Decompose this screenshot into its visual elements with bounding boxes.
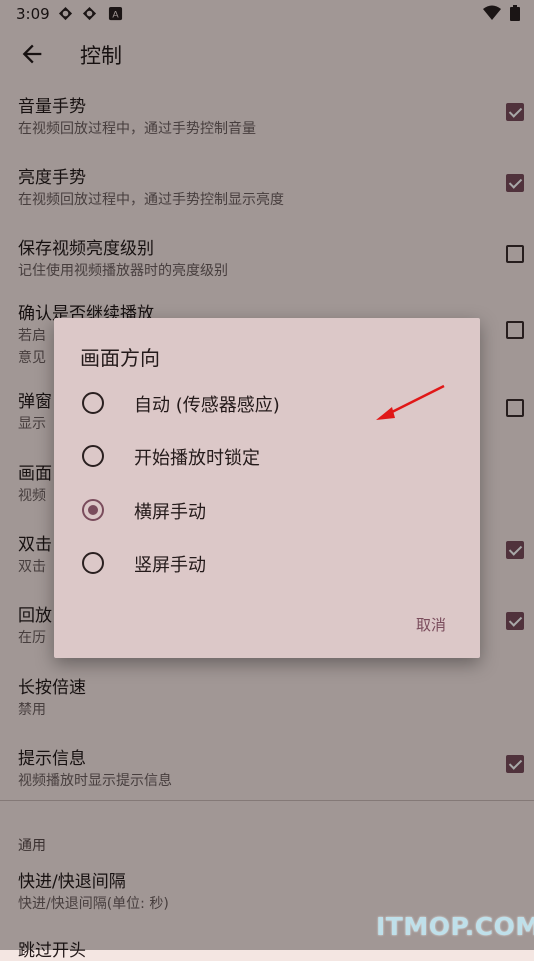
option-landscape-manual[interactable]: 横屏手动 xyxy=(54,487,480,533)
radio-button[interactable] xyxy=(82,499,104,521)
option-lock-on-start[interactable]: 开始播放时锁定 xyxy=(54,433,480,479)
option-portrait-manual[interactable]: 竖屏手动 xyxy=(54,540,480,586)
red-arrow-icon xyxy=(376,384,445,420)
option-label: 开始播放时锁定 xyxy=(134,448,260,469)
scrim-top xyxy=(0,0,534,80)
radio-button[interactable] xyxy=(82,392,104,414)
watermark: ITMOP.COM xyxy=(376,912,534,941)
option-label: 自动 (传感器感应) xyxy=(134,395,280,416)
radio-button[interactable] xyxy=(82,445,104,467)
option-label: 横屏手动 xyxy=(134,502,206,523)
option-label: 竖屏手动 xyxy=(134,555,206,576)
radio-button[interactable] xyxy=(82,552,104,574)
orientation-dialog: 画面方向 自动 (传感器感应) 开始播放时锁定 横屏手动 竖屏手动 取消 xyxy=(54,318,480,658)
cancel-button[interactable]: 取消 xyxy=(416,614,446,635)
dialog-title: 画面方向 xyxy=(80,346,160,370)
